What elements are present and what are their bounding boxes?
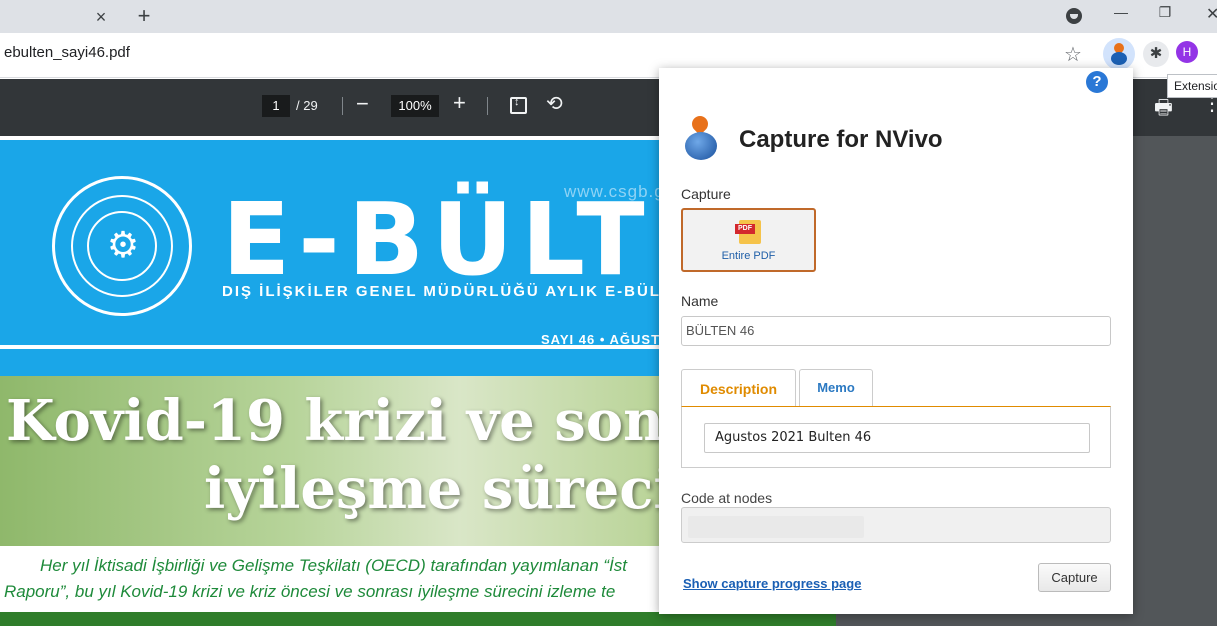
nvivo-extension-icon[interactable] (1103, 38, 1135, 70)
headline-line-2: iyileşme süreci (204, 456, 675, 522)
entire-pdf-label: Entire PDF (721, 250, 776, 262)
code-at-nodes-label: Code at nodes (681, 490, 773, 506)
capture-section-label: Capture (681, 186, 731, 202)
minimize-button[interactable]: — (1112, 4, 1130, 24)
close-tab-icon[interactable]: × (90, 6, 112, 28)
body-text-line-1: Her yıl İktisadi İşbirliği ve Gelişme Te… (40, 556, 628, 575)
rotate-icon[interactable]: ⟲ (546, 91, 563, 116)
tab-memo[interactable]: Memo (799, 369, 873, 407)
help-icon[interactable]: ? (1086, 71, 1108, 93)
name-input[interactable]: BÜLTEN 46 (681, 316, 1111, 346)
description-panel: Agustos 2021 Bulten 46 (681, 406, 1111, 468)
restore-button[interactable]: ❐ (1156, 4, 1174, 24)
bottom-image-strip (0, 612, 836, 626)
page-total: / 29 (296, 98, 318, 113)
profile-avatar[interactable]: H (1176, 41, 1198, 63)
pdf-file-icon: PDF (735, 220, 763, 244)
window-close-button[interactable]: ✕ (1206, 4, 1217, 24)
profile-search-icon[interactable] (1066, 8, 1082, 24)
code-at-nodes-field[interactable] (681, 507, 1111, 543)
zoom-level-input[interactable]: 100% (391, 95, 439, 117)
bookmark-star-icon[interactable]: ☆ (1064, 42, 1082, 67)
new-tab-button[interactable]: + (133, 4, 155, 28)
nvivo-logo-icon (683, 112, 719, 162)
fit-page-icon[interactable] (510, 96, 527, 114)
name-label: Name (681, 293, 719, 309)
description-input[interactable]: Agustos 2021 Bulten 46 (704, 423, 1090, 453)
toolbar-divider (342, 97, 343, 115)
popup-title: Capture for NVivo (739, 126, 943, 153)
page-number-input[interactable]: 1 (262, 95, 290, 117)
printer-icon[interactable]: 🖶 (1154, 93, 1173, 127)
zoom-in-button[interactable]: + (453, 90, 466, 116)
body-text-line-2: Raporu”, bu yıl Kovid-19 krizi ve kriz ö… (4, 582, 616, 601)
url-field[interactable]: ebulten_sayi46.pdf (4, 44, 130, 61)
show-progress-link[interactable]: Show capture progress page (683, 576, 861, 591)
ministry-seal-logo: ⚙ (52, 176, 192, 316)
tab-description[interactable]: Description (681, 369, 796, 407)
tab-strip: × + — ❐ ✕ (0, 0, 1217, 33)
zoom-out-button[interactable]: − (356, 91, 369, 117)
extensions-puzzle-icon[interactable]: ✱ (1143, 41, 1169, 67)
toolbar-divider (487, 97, 488, 115)
capture-button[interactable]: Capture (1038, 563, 1111, 592)
capture-popup: ? Capture for NVivo Capture PDF Entire P… (659, 68, 1133, 614)
extensions-tooltip: Extensions (1167, 74, 1217, 98)
entire-pdf-button[interactable]: PDF Entire PDF (681, 208, 816, 272)
bulletin-subtitle: DIŞ İLİŞKİLER GENEL MÜDÜRLÜĞÜ AYLIK E-BÜ… (222, 283, 703, 300)
